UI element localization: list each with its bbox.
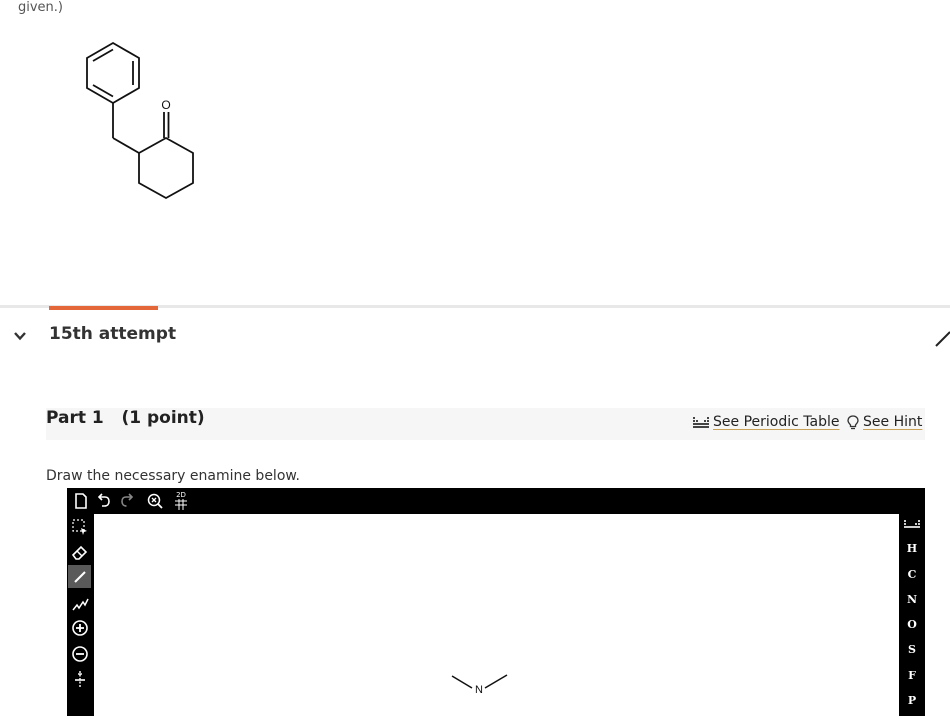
benzene-ring (86, 41, 140, 105)
pencil-icon[interactable] (930, 326, 950, 348)
single-bond-icon[interactable] (68, 565, 91, 588)
2d-clean-icon[interactable]: 2D (171, 491, 191, 511)
2d-grid-glyph (175, 499, 187, 510)
attempt-tab-indicator (49, 306, 158, 310)
single-bond-glyph (73, 570, 86, 583)
attempt-title[interactable]: 15th attempt (49, 324, 176, 344)
new-document-icon[interactable] (71, 491, 91, 511)
charge-minus-icon[interactable] (70, 644, 90, 664)
2d-clean-label: 2D (176, 491, 186, 499)
hint-label: See Hint (863, 414, 923, 430)
element-nitrogen[interactable]: N (899, 593, 925, 606)
undo-icon[interactable] (94, 491, 114, 511)
editor-top-toolbar: 2D (67, 488, 925, 514)
molecule-structure: O (86, 41, 194, 200)
instruction-text: Draw the necessary enamine below. (46, 468, 300, 484)
periodic-table-link[interactable]: See Periodic Table (693, 414, 839, 430)
element-palette: H C N O S F P (899, 514, 925, 716)
element-carbon[interactable]: C (899, 568, 925, 581)
charge-plus-icon[interactable] (70, 618, 90, 638)
canvas-structure: N (451, 674, 508, 696)
oxygen-atom-label: O (161, 98, 170, 112)
editor-left-toolbar (67, 514, 94, 716)
hint-link[interactable]: See Hint (847, 414, 922, 430)
element-oxygen[interactable]: O (899, 618, 925, 631)
periodic-table-icon (693, 417, 709, 428)
eraser-icon[interactable] (70, 542, 90, 562)
periodic-table-label: See Periodic Table (713, 414, 840, 430)
element-phosphorus[interactable]: P (899, 694, 925, 707)
part-header: Part 1 (1 point) See Periodic Table See … (46, 408, 925, 440)
zoom-reset-icon[interactable] (145, 491, 165, 511)
periodic-table-icon[interactable] (904, 519, 920, 531)
charge-toggle-icon[interactable] (70, 669, 90, 689)
drawing-canvas[interactable]: N (94, 514, 899, 716)
chain-icon[interactable] (70, 594, 90, 614)
selection-icon[interactable] (70, 517, 90, 537)
redo-icon[interactable] (117, 491, 137, 511)
lightbulb-icon (847, 414, 859, 429)
chevron-down-icon[interactable] (13, 329, 27, 343)
element-hydrogen[interactable]: H (899, 542, 925, 555)
structure-editor: 2D N H C N O S F P (67, 488, 925, 716)
question-text-fragment: given.) (18, 0, 63, 15)
element-sulfur[interactable]: S (899, 643, 925, 656)
element-fluorine[interactable]: F (899, 669, 925, 682)
cyclohexanone-ring (138, 136, 194, 200)
nitrogen-atom-label: N (475, 684, 483, 696)
